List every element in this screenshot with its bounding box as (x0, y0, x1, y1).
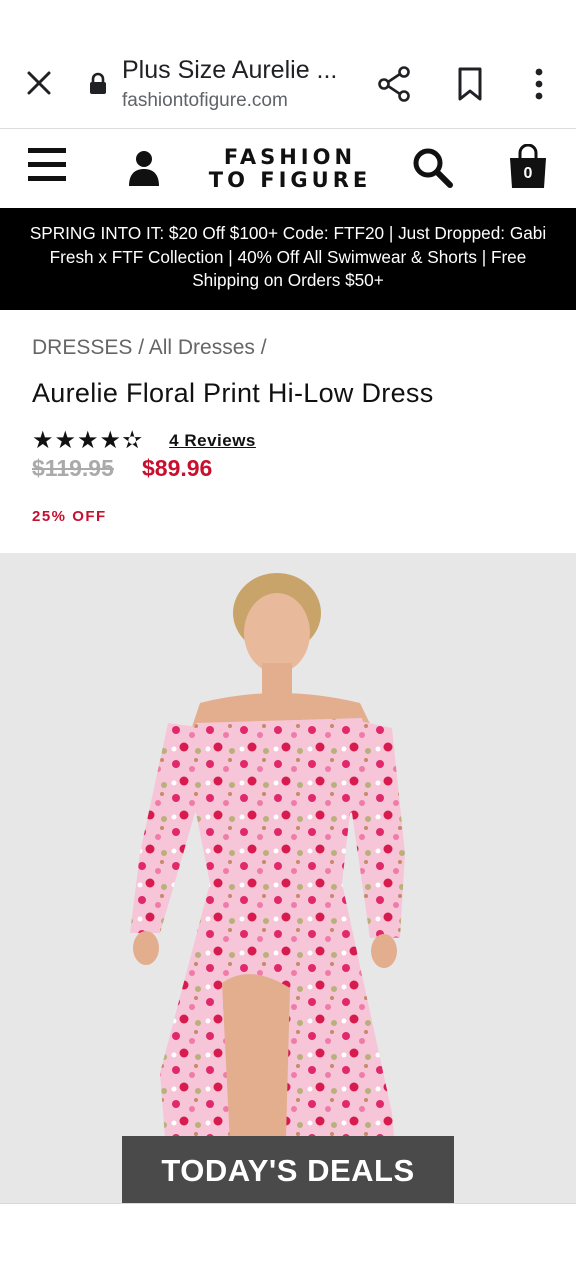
site-header: FASHION TO FIGURE 0 (0, 130, 576, 208)
promo-text: SPRING INTO IT: $20 Off $100+ Code: FTF2… (29, 223, 547, 290)
breadcrumb[interactable]: DRESSES / All Dresses / (32, 336, 267, 360)
product-rating: ★★★★✫ 4 Reviews (32, 426, 256, 455)
shopping-bag-icon[interactable]: 0 (506, 143, 550, 190)
page-title: Plus Size Aurelie ... (122, 56, 338, 84)
rating-stars-icon: ★★★★✫ (32, 427, 144, 454)
logo-line-2: TO FIGURE (208, 168, 372, 192)
promo-banner[interactable]: SPRING INTO IT: $20 Off $100+ Code: FTF2… (0, 208, 576, 310)
account-icon[interactable] (126, 148, 162, 188)
original-price: $119.95 (32, 455, 114, 481)
model-photo (0, 553, 576, 1203)
search-icon[interactable] (410, 146, 456, 190)
todays-deals-button[interactable]: TODAY'S DEALS (122, 1136, 454, 1203)
product-title: Aurelie Floral Print Hi-Low Dress (32, 378, 434, 408)
lock-icon (88, 72, 108, 101)
share-icon[interactable] (374, 64, 414, 104)
menu-icon[interactable] (28, 148, 68, 188)
bottom-bar (0, 1203, 576, 1280)
close-icon[interactable] (22, 66, 56, 100)
discount-badge: 25% OFF (32, 508, 107, 525)
logo-line-1: FASHION (223, 145, 357, 169)
browser-toolbar: Plus Size Aurelie ... fashiontofigure.co… (0, 0, 576, 129)
more-options-icon[interactable] (522, 64, 556, 104)
cart-count: 0 (523, 165, 533, 182)
bookmark-icon[interactable] (452, 64, 488, 104)
url-text[interactable]: fashiontofigure.com (122, 90, 288, 112)
site-logo[interactable]: FASHION TO FIGURE (200, 146, 380, 192)
reviews-link[interactable]: 4 Reviews (169, 431, 256, 451)
product-image[interactable] (0, 553, 576, 1203)
sale-price: $89.96 (142, 455, 213, 481)
